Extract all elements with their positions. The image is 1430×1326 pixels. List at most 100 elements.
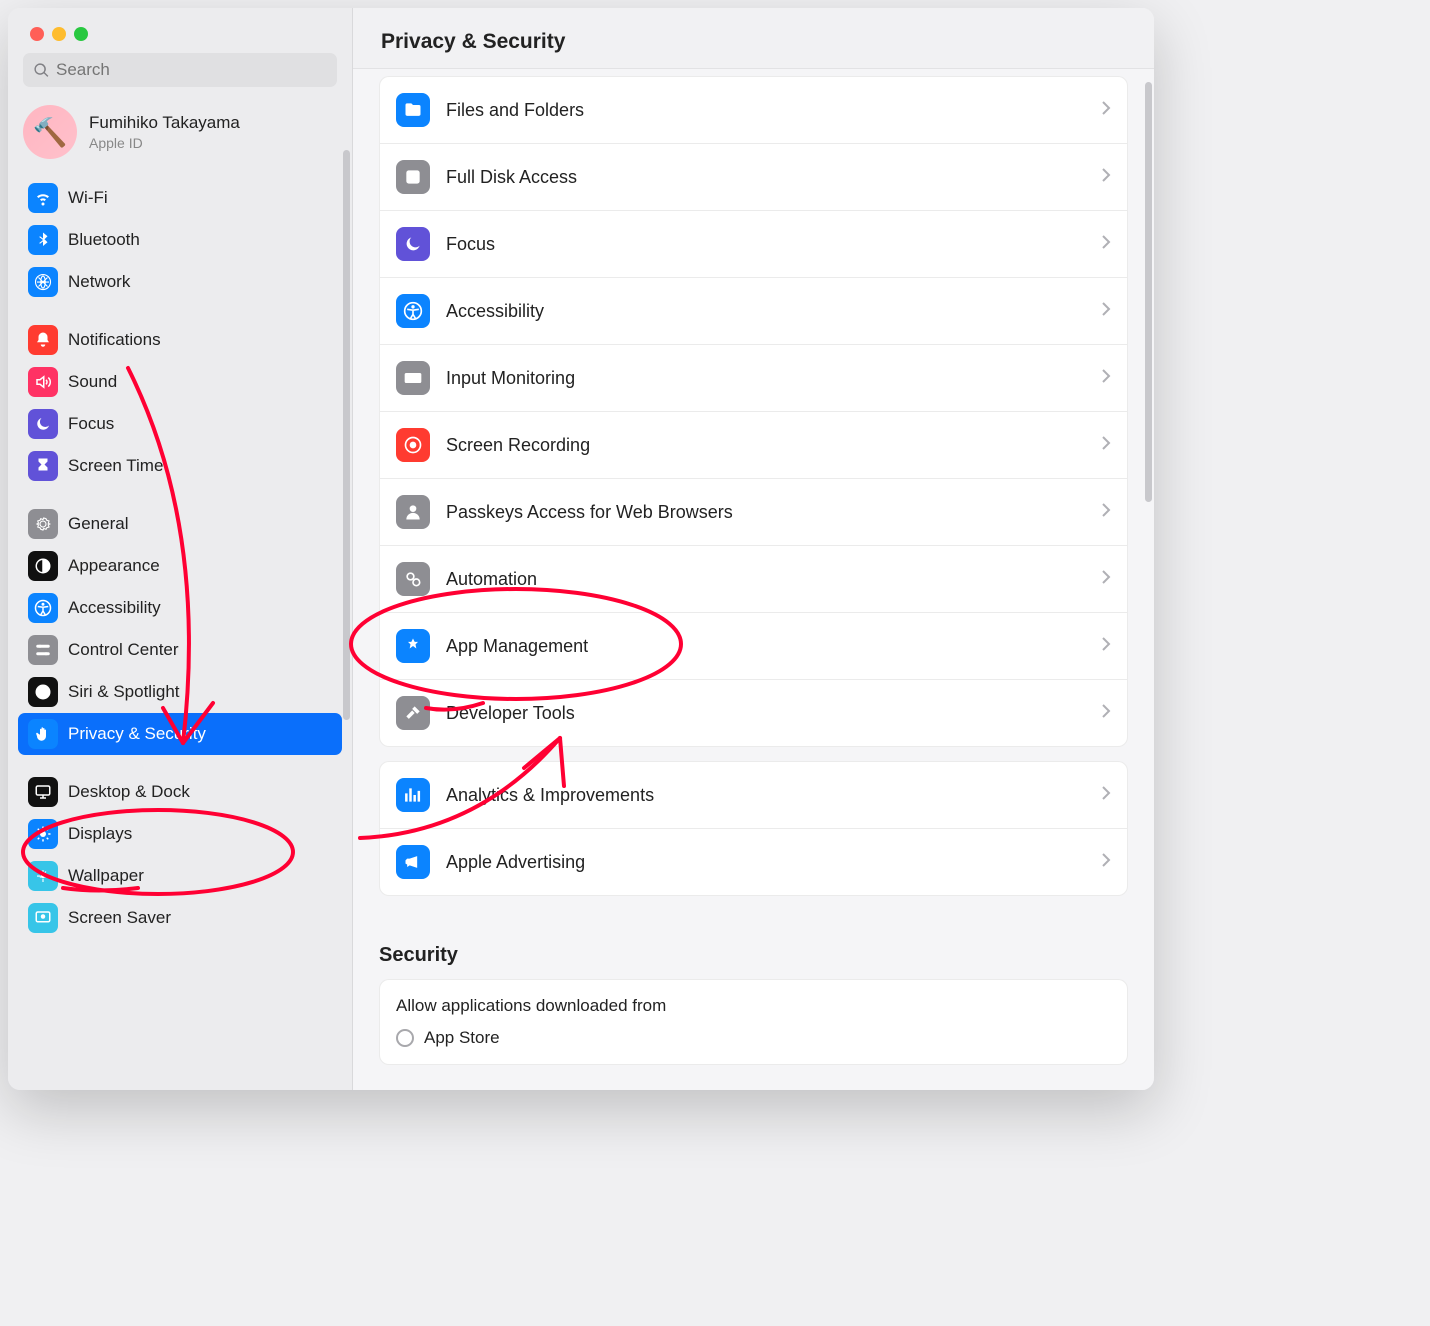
sidebar-item-desktop[interactable]: Desktop & Dock [18, 771, 342, 813]
search-input[interactable] [56, 60, 327, 80]
settings-row-fulldisk[interactable]: Full Disk Access [380, 143, 1127, 210]
bell-icon [28, 325, 58, 355]
radio-icon [396, 1029, 414, 1047]
chevron-right-icon [1101, 569, 1111, 590]
sidebar-item-network[interactable]: Network [18, 261, 342, 303]
gear2-icon [396, 562, 430, 596]
sidebar-item-privacy[interactable]: Privacy & Security [18, 713, 342, 755]
folder-icon [396, 93, 430, 127]
chevron-right-icon [1101, 435, 1111, 456]
sidebar-item-sound[interactable]: Sound [18, 361, 342, 403]
search-icon [33, 62, 50, 79]
sidebar-item-appearance[interactable]: Appearance [18, 545, 342, 587]
controlcenter-icon [28, 635, 58, 665]
hammer-icon [396, 696, 430, 730]
appearance-icon [28, 551, 58, 581]
chevron-right-icon [1101, 100, 1111, 121]
wallpaper-icon [28, 861, 58, 891]
sidebar-item-accessibility[interactable]: Accessibility [18, 587, 342, 629]
sidebar-item-label: Focus [68, 414, 114, 434]
settings-row-ads[interactable]: Apple Advertising [380, 828, 1127, 895]
settings-row-label: Analytics & Improvements [446, 785, 1085, 806]
sidebar-item-label: Displays [68, 824, 132, 844]
sidebar-item-displays[interactable]: Displays [18, 813, 342, 855]
settings-row-automation[interactable]: Automation [380, 545, 1127, 612]
security-section-title: Security [379, 910, 1128, 979]
settings-group: Analytics & Improvements Apple Advertisin… [379, 761, 1128, 896]
page-title: Privacy & Security [381, 30, 1126, 54]
sidebar-item-label: Bluetooth [68, 230, 140, 250]
sidebar-item-screentime[interactable]: Screen Time [18, 445, 342, 487]
sidebar-item-label: Desktop & Dock [68, 782, 190, 802]
minimize-button[interactable] [52, 27, 66, 41]
settings-row-passkeys[interactable]: Passkeys Access for Web Browsers [380, 478, 1127, 545]
apple-id-row[interactable]: 🔨 Fumihiko Takayama Apple ID [8, 91, 352, 177]
chevron-right-icon [1101, 301, 1111, 322]
siri-icon [28, 677, 58, 707]
sidebar-item-general[interactable]: General [18, 503, 342, 545]
settings-row-label: Accessibility [446, 301, 1085, 322]
radio-app-store[interactable]: App Store [396, 1028, 1111, 1048]
sidebar-item-focus[interactable]: Focus [18, 403, 342, 445]
chevron-right-icon [1101, 852, 1111, 873]
settings-row-focus[interactable]: Focus [380, 210, 1127, 277]
sidebar-item-controlcenter[interactable]: Control Center [18, 629, 342, 671]
settings-row-files[interactable]: Files and Folders [380, 77, 1127, 143]
displays-icon [28, 819, 58, 849]
appstore-icon [396, 629, 430, 663]
accessibility-icon [396, 294, 430, 328]
zoom-button[interactable] [74, 27, 88, 41]
avatar: 🔨 [23, 105, 77, 159]
chevron-right-icon [1101, 785, 1111, 806]
settings-group: Files and Folders Full Disk Access Focus Ac… [379, 76, 1128, 747]
sidebar-item-label: Network [68, 272, 130, 292]
bluetooth-icon [28, 225, 58, 255]
screensaver-icon [28, 903, 58, 933]
chevron-right-icon [1101, 234, 1111, 255]
sidebar-item-screensaver[interactable]: Screen Saver [18, 897, 342, 939]
profile-subtitle: Apple ID [89, 135, 240, 151]
chevron-right-icon [1101, 368, 1111, 389]
settings-row-label: Input Monitoring [446, 368, 1085, 389]
window-controls [8, 8, 352, 41]
settings-row-label: Developer Tools [446, 703, 1085, 724]
sidebar-item-wifi[interactable]: Wi-Fi [18, 177, 342, 219]
moon-icon [28, 409, 58, 439]
settings-row-inputmon[interactable]: Input Monitoring [380, 344, 1127, 411]
chevron-right-icon [1101, 703, 1111, 724]
sidebar-list: Wi-Fi Bluetooth Network NotificationsSound F… [8, 177, 352, 1090]
sidebar-item-wallpaper[interactable]: Wallpaper [18, 855, 342, 897]
desktop-icon [28, 777, 58, 807]
close-button[interactable] [30, 27, 44, 41]
settings-row-devtools[interactable]: Developer Tools [380, 679, 1127, 746]
sidebar-item-label: Screen Saver [68, 908, 171, 928]
profile-name: Fumihiko Takayama [89, 113, 240, 133]
search-box[interactable] [23, 53, 337, 87]
security-prompt: Allow applications downloaded from [396, 996, 1111, 1016]
settings-row-label: Full Disk Access [446, 167, 1085, 188]
megaphone-icon [396, 845, 430, 879]
sidebar-item-label: Siri & Spotlight [68, 682, 180, 702]
settings-row-label: App Management [446, 636, 1085, 657]
search-wrap [8, 41, 352, 91]
settings-row-analytics[interactable]: Analytics & Improvements [380, 762, 1127, 828]
disk-icon [396, 160, 430, 194]
settings-row-appmanage[interactable]: App Management [380, 612, 1127, 679]
chart-icon [396, 778, 430, 812]
moon-icon [396, 227, 430, 261]
sidebar-item-siri[interactable]: Siri & Spotlight [18, 671, 342, 713]
settings-row-accessibility[interactable]: Accessibility [380, 277, 1127, 344]
sound-icon [28, 367, 58, 397]
sidebar-scrollbar[interactable] [343, 150, 350, 720]
hourglass-icon [28, 451, 58, 481]
sidebar-item-notifications[interactable]: Notifications [18, 319, 342, 361]
wifi-icon [28, 183, 58, 213]
sidebar-item-label: Accessibility [68, 598, 161, 618]
settings-row-label: Passkeys Access for Web Browsers [446, 502, 1085, 523]
settings-row-label: Automation [446, 569, 1085, 590]
main-scrollbar[interactable] [1145, 82, 1152, 502]
settings-row-screenrec[interactable]: Screen Recording [380, 411, 1127, 478]
hand-icon [28, 719, 58, 749]
sidebar-item-bluetooth[interactable]: Bluetooth [18, 219, 342, 261]
record-icon [396, 428, 430, 462]
